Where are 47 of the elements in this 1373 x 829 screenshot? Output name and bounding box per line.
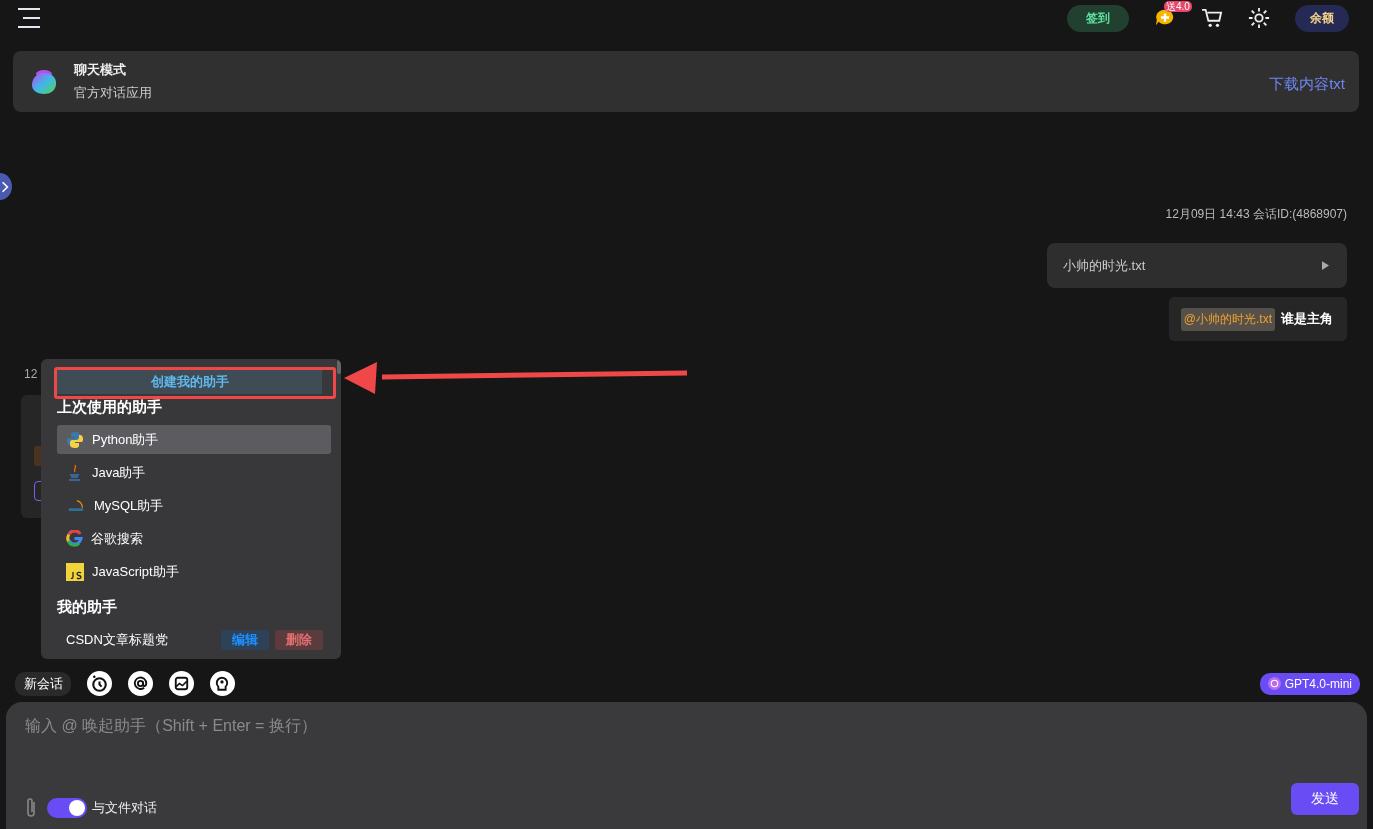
- file-card[interactable]: 小帅的时光.txt: [1047, 243, 1347, 288]
- promo-badge: 送4.0: [1164, 1, 1192, 12]
- file-chat-toggle[interactable]: [47, 798, 87, 818]
- message-field[interactable]: 输入 @ 唤起助手（Shift + Enter = 换行） 与文件对话 发送: [6, 702, 1367, 829]
- conversation-meta: 12月09日 14:43 会话ID:(4868907): [1165, 206, 1347, 223]
- play-icon: [1322, 261, 1329, 270]
- section-title: 上次使用的助手: [57, 398, 163, 417]
- app-subtitle: 官方对话应用: [74, 84, 153, 102]
- create-assistant-button[interactable]: 创建我的助手: [57, 370, 322, 394]
- at-sign-icon[interactable]: [128, 671, 153, 696]
- menu-icon[interactable]: [18, 8, 40, 28]
- paperclip-icon[interactable]: [25, 797, 37, 819]
- download-link[interactable]: 下载内容txt: [1269, 75, 1345, 94]
- assistant-item[interactable]: Python助手: [57, 425, 331, 454]
- assistant-name: Java助手: [92, 463, 146, 482]
- model-button[interactable]: GPT4.0-mini: [1259, 672, 1360, 695]
- js-square-icon: [66, 562, 84, 581]
- assistant-name: Python助手: [92, 430, 159, 449]
- image-icon[interactable]: [169, 671, 194, 696]
- file-chat-label: 与文件对话: [92, 799, 157, 817]
- assistant-item[interactable]: JavaScript助手: [57, 557, 331, 586]
- app-logo-icon: [31, 68, 57, 95]
- history-icon[interactable]: [87, 671, 112, 696]
- assistant-name: MySQL助手: [94, 496, 164, 515]
- openai-icon: [1267, 677, 1281, 690]
- assistant-name: 谷歌搜索: [91, 529, 143, 548]
- assistant-name: JavaScript助手: [92, 562, 179, 581]
- scrollbar[interactable]: [337, 360, 341, 374]
- balance-button[interactable]: 余额: [1295, 4, 1349, 32]
- message-text: 谁是主角: [1281, 310, 1333, 328]
- section-title: 我的助手: [57, 598, 118, 617]
- head-bulb-icon[interactable]: [210, 671, 235, 696]
- file-name: 小帅的时光.txt: [1063, 256, 1146, 275]
- checkin-button[interactable]: 签到: [1067, 4, 1129, 32]
- assistant-name: CSDN文章标题党: [66, 630, 169, 649]
- assistant-item[interactable]: 谷歌搜索: [57, 524, 331, 553]
- sun-icon[interactable]: [1248, 7, 1270, 29]
- app-title: 聊天模式: [74, 61, 127, 79]
- google-g-icon: [66, 530, 83, 547]
- assistant-item[interactable]: Java助手: [57, 458, 331, 487]
- send-button[interactable]: 发送: [1291, 783, 1359, 815]
- mention-tag: @小帅的时光.txt: [1180, 307, 1275, 331]
- assistant-item[interactable]: MySQL助手: [57, 491, 331, 520]
- python-icon: [66, 430, 84, 449]
- reply-time: 12: [24, 367, 38, 381]
- cart-icon[interactable]: [1201, 8, 1223, 28]
- new-chat-button[interactable]: 新会话: [15, 671, 71, 696]
